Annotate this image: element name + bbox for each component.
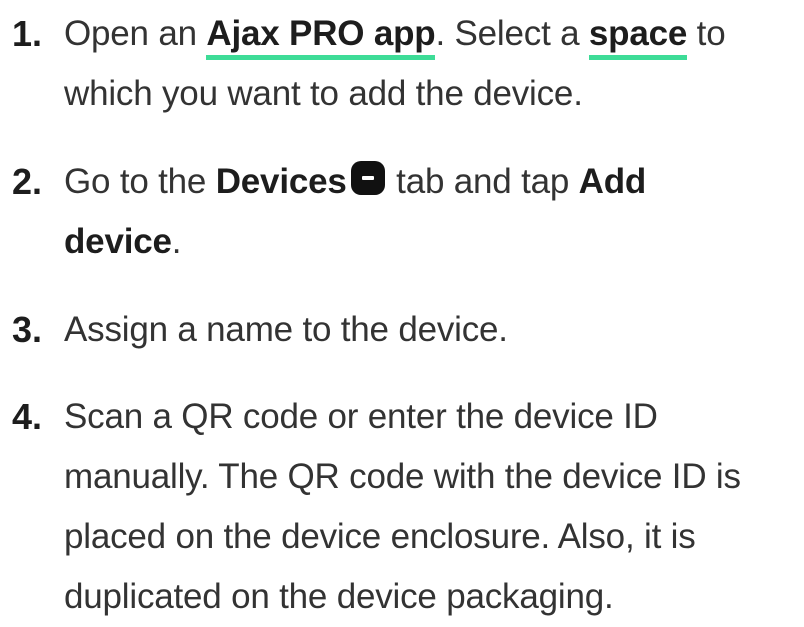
devices-tab-icon (350, 161, 385, 195)
add-device-label: Add (578, 162, 647, 201)
step-text: Open an (64, 14, 207, 53)
add-device-label: device (64, 222, 172, 261)
step-number: 3. (12, 309, 43, 350)
step-body: Go to the Devices tab and tap Add device… (64, 152, 804, 272)
step-number: 2. (12, 161, 43, 202)
step-line: Assign a name to the device. (64, 310, 508, 349)
step-line: duplicated on the device packaging. (64, 577, 614, 616)
ajax-pro-app-link[interactable]: Ajax PRO app (206, 14, 436, 60)
step-number: 4. (12, 396, 43, 437)
step-text: tab and tap (386, 162, 579, 201)
step-line: which you want to add the device. (64, 74, 583, 113)
step-text: . Select a (435, 14, 589, 53)
instruction-steps: 1. Open an Ajax PRO app. Select a space … (0, 0, 804, 616)
step-body: Open an Ajax PRO app. Select a space to … (64, 4, 804, 124)
step-line: manually. The QR code with the device ID… (64, 457, 741, 496)
step-text: to (687, 14, 726, 53)
step-line: Scan a QR code or enter the device ID (64, 397, 658, 436)
step-number: 1. (12, 13, 43, 54)
step-line: device. (64, 212, 804, 272)
space-link[interactable]: space (588, 14, 687, 60)
step-line: Go to the Devices tab and tap Add (64, 152, 804, 212)
devices-label: Devices (215, 162, 347, 201)
step-line: placed on the device enclosure. Also, it… (64, 517, 696, 556)
step-body: Assign a name to the device. (64, 300, 804, 360)
step-text: . (171, 222, 182, 261)
step-text: Go to the (64, 162, 216, 201)
step-body: Scan a QR code or enter the device ID ma… (64, 387, 804, 627)
step-line: Open an Ajax PRO app. Select a space to (64, 4, 804, 64)
